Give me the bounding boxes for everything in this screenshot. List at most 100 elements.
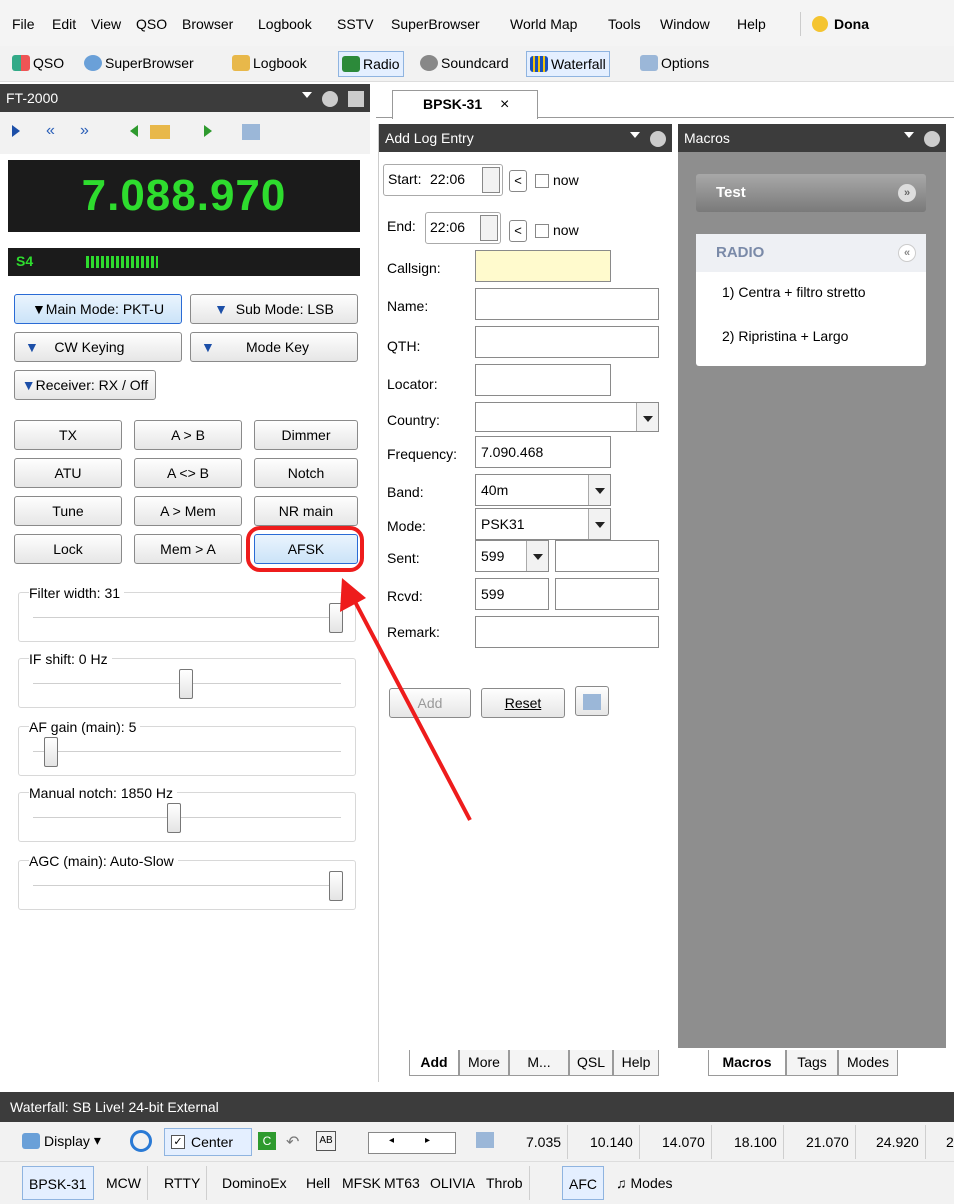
modes-button[interactable]: ♫ Modes	[610, 1166, 679, 1200]
end-now-checkbox[interactable]	[535, 224, 549, 238]
start-spinner[interactable]	[482, 167, 500, 193]
end-set-button[interactable]: <	[509, 220, 527, 242]
menu-edit[interactable]: Edit	[52, 16, 76, 32]
back-icon[interactable]	[124, 125, 138, 137]
macro-item-1[interactable]: 1) Centra + filtro stretto	[722, 284, 912, 300]
pin-icon[interactable]	[322, 91, 339, 108]
undo-icon[interactable]: ↶	[286, 1132, 304, 1151]
menu-help[interactable]: Help	[737, 16, 766, 32]
c-button[interactable]: C	[258, 1132, 276, 1150]
superbrowser-tool-button[interactable]: SuperBrowser	[84, 55, 194, 71]
sent-dropdown[interactable]: 599	[475, 540, 549, 572]
soundcard-tool-button[interactable]: Soundcard	[420, 55, 509, 71]
end-spinner[interactable]	[480, 215, 498, 241]
tx-button[interactable]: TX	[14, 420, 122, 450]
qth-field[interactable]	[475, 326, 659, 358]
rcvd-field[interactable]: 599	[475, 578, 549, 610]
chevron-down-icon[interactable]	[302, 92, 313, 103]
menu-qso[interactable]: QSO	[136, 16, 167, 32]
tab-more[interactable]: More	[459, 1050, 509, 1076]
slider-thumb[interactable]	[167, 803, 181, 833]
tab-qsl[interactable]: QSL	[569, 1050, 613, 1076]
close-icon[interactable]	[348, 91, 364, 108]
mode-key-button[interactable]: ▼ Mode Key	[190, 332, 358, 362]
mode-bpsk31[interactable]: BPSK-31	[22, 1166, 94, 1200]
menu-superbrowser[interactable]: SuperBrowser	[391, 16, 480, 32]
slider-thumb[interactable]	[44, 737, 58, 767]
mode-hell[interactable]: Hell	[300, 1166, 336, 1200]
start-time-input[interactable]: 22:06	[430, 171, 465, 187]
tab-macros[interactable]: Macros	[708, 1050, 786, 1076]
menu-window[interactable]: Window	[660, 16, 710, 32]
fast-forward-icon[interactable]: »	[80, 122, 89, 140]
menu-logbook[interactable]: Logbook	[258, 16, 312, 32]
menu-file[interactable]: File	[12, 16, 35, 32]
main-mode-button[interactable]: ▼Main Mode: PKT-U	[14, 294, 182, 324]
manual-notch-slider[interactable]: Manual notch: 1850 Hz	[18, 785, 356, 842]
mode-rtty[interactable]: RTTY	[158, 1166, 208, 1200]
freq-preset-2[interactable]: 2	[940, 1125, 954, 1159]
mode-dropdown[interactable]: PSK31	[475, 508, 611, 540]
macro-group-radio-header[interactable]: RADIO «	[696, 234, 926, 272]
cw-keying-button[interactable]: ▼ CW Keying	[14, 332, 182, 362]
options-tool-button[interactable]: Options	[640, 55, 709, 71]
settings-icon[interactable]	[476, 1132, 494, 1148]
rewind-icon[interactable]: «	[46, 122, 55, 140]
band-dropdown[interactable]: 40m	[475, 474, 611, 506]
chevron-down-icon[interactable]	[588, 509, 610, 539]
agc-slider[interactable]: AGC (main): Auto-Slow	[18, 853, 356, 910]
freq-preset-14070[interactable]: 14.070	[656, 1125, 712, 1159]
a-to-b-button[interactable]: A > B	[134, 420, 242, 450]
mode-throb[interactable]: Throb	[480, 1166, 530, 1200]
slider-thumb[interactable]	[179, 669, 193, 699]
scroll-right-icon[interactable]: ▸	[425, 1135, 430, 1146]
mode-mt63[interactable]: MT63	[378, 1166, 426, 1200]
ab-button[interactable]: AB	[316, 1131, 336, 1151]
scroll-left-icon[interactable]: ◂	[389, 1135, 394, 1146]
play-icon[interactable]	[12, 125, 26, 137]
if-shift-slider[interactable]: IF shift: 0 Hz	[18, 651, 356, 708]
reset-button[interactable]: Reset	[481, 688, 565, 718]
a-to-mem-button[interactable]: A > Mem	[134, 496, 242, 526]
a-swap-b-button[interactable]: A <> B	[134, 458, 242, 488]
scroll-control[interactable]: ◂ ▸	[368, 1132, 456, 1154]
receiver-button[interactable]: ▼Receiver: RX / Off	[14, 370, 156, 400]
atu-button[interactable]: ATU	[14, 458, 122, 488]
waterfall-tool-button[interactable]: Waterfall	[526, 51, 610, 77]
freq-preset-24920[interactable]: 24.920	[870, 1125, 926, 1159]
menu-sstv[interactable]: SSTV	[337, 16, 374, 32]
mode-dominoex[interactable]: DominoEx	[216, 1166, 293, 1200]
collapse-icon[interactable]: «	[898, 244, 916, 262]
tab-bpsk31[interactable]: BPSK-31 ×	[392, 90, 538, 119]
expand-icon[interactable]: »	[898, 184, 916, 202]
freq-preset-7035[interactable]: 7.035	[520, 1125, 569, 1159]
start-now-checkbox[interactable]	[535, 174, 549, 188]
chevron-down-icon[interactable]	[588, 475, 610, 505]
dimmer-button[interactable]: Dimmer	[254, 420, 358, 450]
logbook-tool-button[interactable]: Logbook	[232, 55, 307, 71]
folder-icon[interactable]	[150, 125, 170, 139]
add-button[interactable]: Add	[389, 688, 471, 718]
menu-browser[interactable]: Browser	[182, 16, 233, 32]
lock-button[interactable]: Lock	[14, 534, 122, 564]
filter-width-slider[interactable]: Filter width: 31	[18, 585, 356, 642]
qso-tool-button[interactable]: QSO	[12, 55, 64, 71]
callsign-field[interactable]	[475, 250, 611, 282]
frequency-field[interactable]: 7.090.468	[475, 436, 611, 468]
donate-link[interactable]: Dona	[812, 16, 869, 32]
freq-preset-10140[interactable]: 10.140	[584, 1125, 640, 1159]
name-field[interactable]	[475, 288, 659, 320]
nr-main-button[interactable]: NR main	[254, 496, 358, 526]
slider-thumb[interactable]	[329, 603, 343, 633]
rcvd-extra-field[interactable]	[555, 578, 659, 610]
refresh-icon[interactable]	[130, 1130, 152, 1152]
settings-icon[interactable]	[242, 124, 260, 140]
radio-tool-button[interactable]: Radio	[338, 51, 404, 77]
tab-tags[interactable]: Tags	[786, 1050, 838, 1076]
chevron-down-icon[interactable]	[636, 403, 658, 431]
close-icon[interactable]: ×	[500, 96, 509, 113]
country-dropdown[interactable]	[475, 402, 659, 432]
menu-tools[interactable]: Tools	[608, 16, 641, 32]
tab-add[interactable]: Add	[409, 1050, 459, 1076]
chevron-down-icon[interactable]	[526, 541, 548, 571]
